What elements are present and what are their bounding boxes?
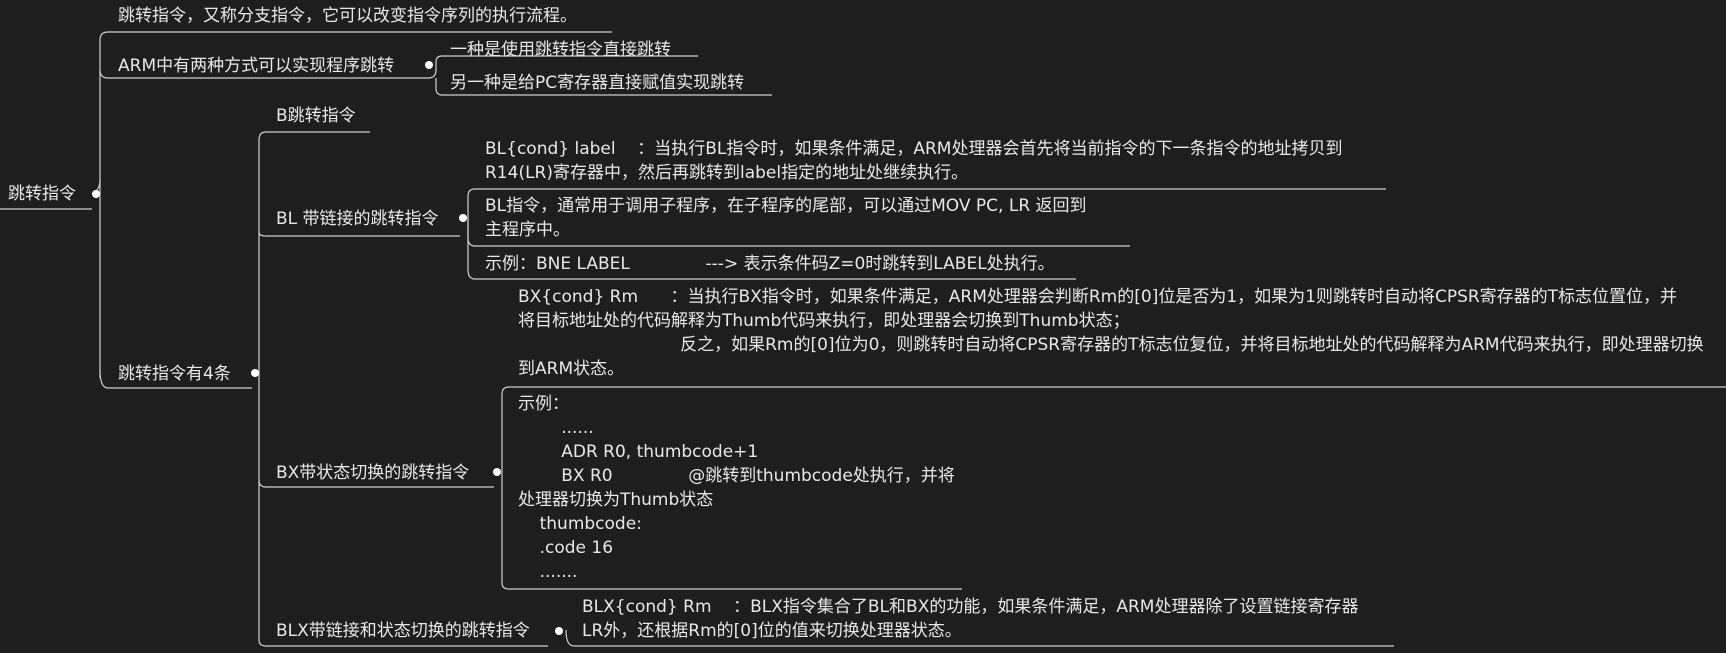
bx-desc-line-1: BX{cond} Rm ：当执行BX指令时，如果条件满足，ARM处理器会判断Rm… xyxy=(518,287,1678,307)
bl-usage-line-1: BL指令，通常用于调用子程序，在子程序的尾部，可以通过MOV PC, LR 返回… xyxy=(485,196,1087,216)
intro-node-label[interactable]: 跳转指令，又称分支指令，它可以改变指令序列的执行流程。 xyxy=(118,4,577,28)
blx-desc-line-2: LR外，还根据Rm的[0]位的值来切换处理器状态。 xyxy=(582,621,962,641)
blx-instruction-node-dot[interactable] xyxy=(555,627,563,635)
mindmap-canvas: 跳转指令 跳转指令，又称分支指令，它可以改变指令序列的执行流程。 ARM中有两种… xyxy=(0,0,1726,653)
blx-instruction-node-label[interactable]: BLX带链接和状态切换的跳转指令 xyxy=(276,619,530,643)
bl-instruction-node-dot[interactable] xyxy=(459,214,467,222)
bl-desc-line-2: R14(LR)寄存器中，然后再跳转到label指定的地址处继续执行。 xyxy=(485,163,969,183)
root-node-label[interactable]: 跳转指令 xyxy=(8,182,76,206)
bl-usage-line-2: 主程序中。 xyxy=(485,220,570,240)
bx-example-line-7: .code 16 xyxy=(518,538,614,558)
bx-instruction-node-label[interactable]: BX带状态切换的跳转指令 xyxy=(276,461,469,485)
bx-example-line-2: ...... xyxy=(518,418,594,438)
blx-desc-line-1: BLX{cond} Rm ：BLX指令集合了BL和BX的功能，如果条件满足，AR… xyxy=(582,597,1359,617)
four-kinds-node-dot[interactable] xyxy=(251,369,259,377)
four-kinds-node-label[interactable]: 跳转指令有4条 xyxy=(118,362,231,386)
arm-two-ways-node-dot[interactable] xyxy=(425,61,433,69)
bx-instruction-node-dot[interactable] xyxy=(493,468,501,476)
root-node-dot[interactable] xyxy=(92,190,100,198)
bl-example-label: 示例：BNE LABEL ---> 表示条件码Z=0时跳转到LABEL处执行。 xyxy=(485,254,1055,274)
bx-example-line-4: BX R0 @跳转到thumbcode处执行，并将 xyxy=(518,466,955,486)
bx-example-line-5: 处理器切换为Thumb状态 xyxy=(518,490,714,510)
bx-desc-line-2: 将目标地址处的代码解释为Thumb代码来执行，即处理器会切换到Thumb状态； xyxy=(518,311,1130,331)
bl-desc-line-1: BL{cond} label ：当执行BL指令时，如果条件满足，ARM处理器会首… xyxy=(485,139,1343,159)
bx-example-line-6: thumbcode: xyxy=(518,514,642,534)
arm-way-1-label[interactable]: 一种是使用跳转指令直接跳转 xyxy=(450,38,671,62)
bx-example-line-3: ADR R0, thumbcode+1 xyxy=(518,442,759,462)
bx-desc-line-4: 到ARM状态。 xyxy=(518,359,625,379)
bx-example-line-1: 示例： xyxy=(518,394,569,414)
b-instruction-node-label[interactable]: B跳转指令 xyxy=(276,104,356,128)
bx-example-line-8: ....... xyxy=(518,562,578,582)
bx-desc-line-3: 反之，如果Rm的[0]位为0，则跳转时自动将CPSR寄存器的T标志位复位，并将目… xyxy=(518,335,1704,355)
arm-way-2-label[interactable]: 另一种是给PC寄存器直接赋值实现跳转 xyxy=(450,71,744,95)
arm-two-ways-node-label[interactable]: ARM中有两种方式可以实现程序跳转 xyxy=(118,54,394,78)
bl-instruction-node-label[interactable]: BL 带链接的跳转指令 xyxy=(276,207,439,231)
